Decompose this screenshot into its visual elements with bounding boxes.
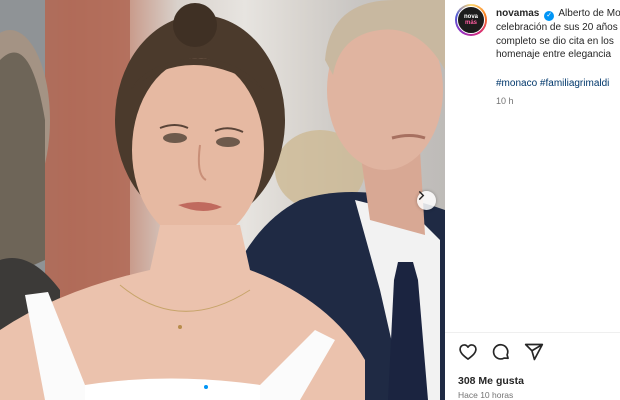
caption-line-4: homenaje entre elegancia <box>496 49 612 60</box>
comment-bubble-icon[interactable] <box>491 342 511 362</box>
action-bar <box>458 342 544 362</box>
carousel-dot <box>164 385 168 389</box>
carousel-dot <box>204 385 208 389</box>
carousel-indicator <box>164 385 224 389</box>
carousel-dot <box>180 385 184 389</box>
post-side-panel: nova más novamas ✓ Alberto de Mo celebra… <box>445 0 620 400</box>
hashtags-link[interactable]: #monaco #familiagrimaldi <box>496 78 609 89</box>
carousel-dot <box>188 385 192 389</box>
post-photo[interactable] <box>0 0 445 400</box>
caption-line-2: celebración de sus 20 años <box>496 22 618 33</box>
next-image-button[interactable] <box>417 191 436 210</box>
post-time-short: 10 h <box>496 96 514 106</box>
paper-plane-icon[interactable] <box>524 342 544 362</box>
chevron-right-icon <box>418 191 425 200</box>
carousel-dot <box>196 385 200 389</box>
post-time-long: Hace 10 horas <box>458 390 514 400</box>
verified-badge-icon: ✓ <box>544 11 555 21</box>
photo-illustration <box>0 0 445 400</box>
like-count-link[interactable]: 308 Me gusta <box>458 375 524 387</box>
avatar-logo: nova más <box>457 6 485 34</box>
avatar-logo-line2: más <box>464 20 477 26</box>
username-link[interactable]: novamas <box>496 8 539 19</box>
carousel-dot <box>172 385 176 389</box>
caption-line-3: completo se dio cita en los <box>496 35 614 47</box>
carousel-dot <box>220 385 224 389</box>
post-caption: novamas ✓ Alberto de Mo celebración de s… <box>496 7 620 62</box>
carousel-dot <box>212 385 216 389</box>
heart-icon[interactable] <box>458 342 478 362</box>
avatar[interactable]: nova más <box>455 4 487 36</box>
caption-line-1: Alberto de Mo <box>558 8 620 19</box>
divider <box>445 332 620 333</box>
